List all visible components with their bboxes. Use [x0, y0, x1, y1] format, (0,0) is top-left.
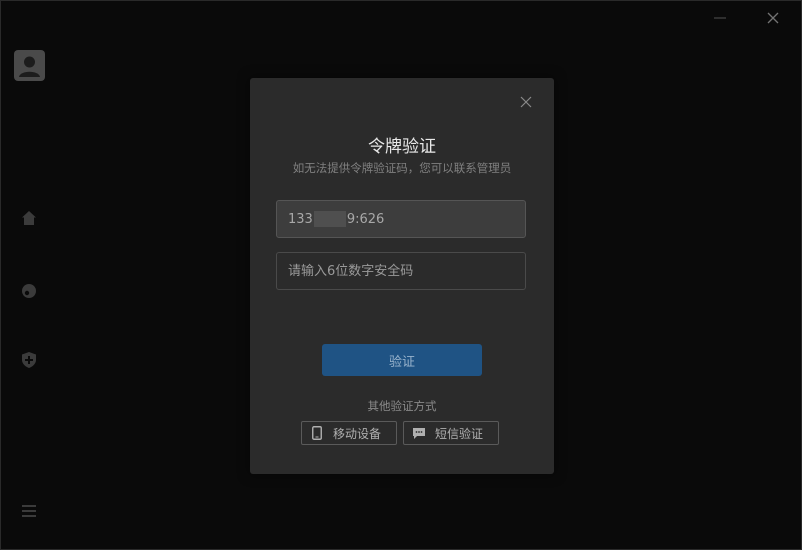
verify-button[interactable]: 验证	[322, 344, 482, 376]
user-avatar-icon	[19, 56, 40, 77]
message-icon	[412, 426, 426, 440]
phone-prefix: 133	[288, 211, 313, 227]
sidebar-menu[interactable]	[19, 501, 39, 521]
phone-suffix: 9:626	[346, 211, 385, 227]
shield-plus-icon	[22, 352, 36, 368]
mobile-device-label: 移动设备	[333, 426, 382, 441]
home-icon	[22, 211, 36, 225]
dialog-title: 令牌验证	[368, 137, 436, 157]
security-code-input[interactable]	[276, 252, 526, 290]
dialog-subtitle: 如无法提供令牌验证码，您可以联系管理员	[292, 161, 512, 175]
token-verify-dialog: 令牌验证 如无法提供令牌验证码，您可以联系管理员 133 9:626 验证 其他…	[250, 78, 554, 474]
phone-field: 133 9:626	[276, 200, 526, 238]
sidebar	[1, 1, 58, 549]
sms-verify-label: 短信验证	[435, 426, 484, 441]
mobile-device-button[interactable]: 移动设备	[301, 421, 397, 445]
hamburger-menu-icon	[22, 505, 36, 517]
sidebar-item-home[interactable]	[19, 208, 39, 228]
app-window: 令牌验证 如无法提供令牌验证码，您可以联系管理员 133 9:626 验证 其他…	[0, 0, 802, 550]
sidebar-item-disc[interactable]	[19, 281, 39, 301]
other-methods-label: 其他验证方式	[367, 399, 437, 413]
close-icon	[520, 96, 532, 108]
phone-mask	[313, 211, 346, 227]
disc-icon	[22, 284, 36, 298]
phone-icon	[310, 426, 324, 440]
avatar[interactable]	[14, 50, 45, 81]
sms-verify-button[interactable]: 短信验证	[403, 421, 499, 445]
dialog-close-button[interactable]	[517, 93, 535, 111]
sidebar-item-shield[interactable]	[19, 350, 39, 370]
